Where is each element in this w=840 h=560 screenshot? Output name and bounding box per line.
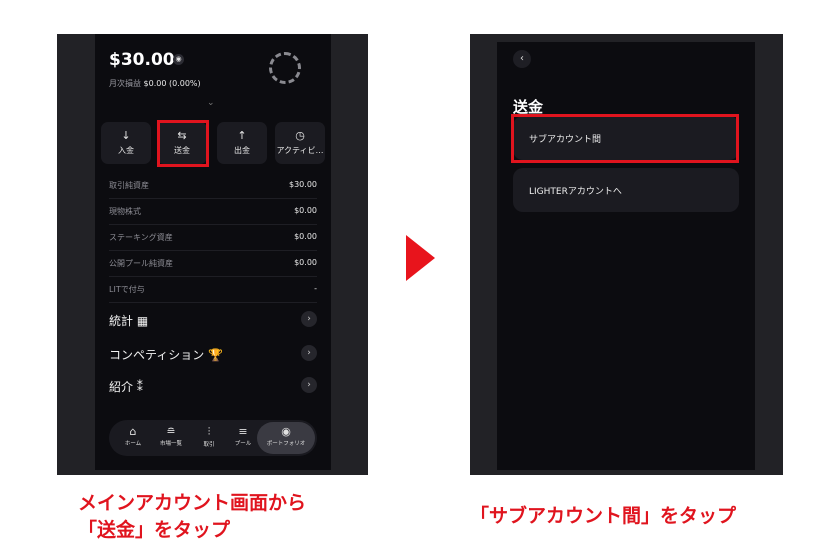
withdraw-button[interactable]: ↑ 出金 [217, 122, 267, 164]
to-lighter-account-option[interactable]: LIGHTERアカウントへ [513, 168, 739, 212]
bottom-navigation: ⌂ ホーム ≘ 市場一覧 ⫶ 取引 ≡ プール ◉ ポートフォリオ [109, 420, 317, 456]
asset-row: 公開プール純資産 $0.00 [109, 250, 317, 277]
next-step-arrow-icon [406, 235, 435, 281]
right-caption: 「サブアカウント間」をタップ [470, 505, 737, 527]
competition-label: コンペティション 🏆 [109, 348, 224, 362]
nav-label: 市場一覧 [159, 441, 182, 447]
nav-label: ポートフォリオ [266, 441, 306, 447]
nav-trade[interactable]: ⫶ 取引 [191, 422, 227, 454]
markets-icon: ≘ [166, 425, 176, 438]
nav-label: 取引 [203, 442, 215, 448]
nav-portfolio[interactable]: ◉ ポートフォリオ [257, 422, 315, 454]
upload-icon: ↑ [237, 129, 247, 142]
home-icon: ⌂ [129, 425, 137, 438]
activity-label: アクティビ… [276, 146, 324, 155]
pnl-label: 月次損益 [109, 79, 141, 88]
left-caption-line2: 「送金」をタップ [78, 519, 231, 541]
subaccount-highlight-box [511, 114, 739, 163]
loading-spinner-icon [269, 52, 301, 84]
row-value: $30.00 [289, 180, 317, 189]
transfer-screenshot: ‹ 送金 サブアカウント間 LIGHTERアカウントへ [470, 34, 783, 475]
pnl-value: $0.00 (0.00%) [143, 79, 201, 88]
asset-row: 現物株式 $0.00 [109, 198, 317, 225]
chevron-down-icon[interactable]: ⌄ [207, 98, 215, 108]
clock-icon: ◷ [295, 129, 305, 142]
candlestick-icon: ⫶ [207, 425, 211, 438]
pool-icon: ≡ [238, 425, 248, 438]
monthly-pnl: 月次損益 $0.00 (0.00%) [109, 78, 201, 89]
row-key: ステーキング資産 [109, 233, 173, 242]
transfer-screen: ‹ 送金 サブアカウント間 LIGHTERアカウントへ [497, 42, 755, 470]
nav-label: プール [234, 441, 252, 447]
option-label: LIGHTERアカウントへ [529, 187, 622, 197]
nav-markets[interactable]: ≘ 市場一覧 [153, 422, 189, 454]
asset-row: 取引純資産 $30.00 [109, 172, 317, 199]
eye-icon[interactable]: ◉ [173, 54, 184, 65]
activity-button[interactable]: ◷ アクティビ… [275, 122, 325, 164]
row-key: 取引純資産 [109, 181, 149, 190]
referral-section[interactable]: 紹介 ⁑ › [109, 370, 317, 400]
transfer-highlight-box [157, 120, 209, 167]
nav-home[interactable]: ⌂ ホーム [115, 422, 151, 454]
chevron-right-icon: › [301, 377, 317, 393]
user-circle-icon: ◉ [281, 425, 291, 438]
nav-label: ホーム [124, 441, 142, 447]
stats-label: 統計 ▦ [109, 314, 149, 328]
row-key: 公開プール純資産 [109, 259, 173, 268]
left-caption: メインアカウント画面から 「送金」をタップ [78, 490, 306, 544]
back-icon[interactable]: ‹ [513, 50, 531, 68]
balance-value: $30.00 [109, 50, 175, 70]
nav-pool[interactable]: ≡ プール [225, 422, 261, 454]
deposit-button[interactable]: ↓ 入金 [101, 122, 151, 164]
row-value: $0.00 [294, 232, 317, 241]
stats-section[interactable]: 統計 ▦ › [109, 304, 317, 334]
chevron-right-icon: › [301, 345, 317, 361]
row-value: $0.00 [294, 258, 317, 267]
row-value: - [314, 284, 317, 293]
asset-row: LITで付与 - [109, 276, 317, 303]
chevron-right-icon: › [301, 311, 317, 327]
row-value: $0.00 [294, 206, 317, 215]
deposit-label: 入金 [118, 146, 134, 155]
competition-section[interactable]: コンペティション 🏆 › [109, 338, 317, 368]
row-key: 現物株式 [109, 207, 141, 216]
left-caption-line1: メインアカウント画面から [78, 492, 307, 514]
main-account-screenshot: $30.00 ◉ 月次損益 $0.00 (0.00%) ⌄ ↓ 入金 ⇆ 送金 … [57, 34, 368, 475]
portfolio-screen: $30.00 ◉ 月次損益 $0.00 (0.00%) ⌄ ↓ 入金 ⇆ 送金 … [95, 34, 331, 470]
download-icon: ↓ [121, 129, 131, 142]
referral-label: 紹介 ⁑ [109, 380, 143, 394]
row-key: LITで付与 [109, 285, 145, 294]
withdraw-label: 出金 [234, 146, 250, 155]
asset-row: ステーキング資産 $0.00 [109, 224, 317, 251]
